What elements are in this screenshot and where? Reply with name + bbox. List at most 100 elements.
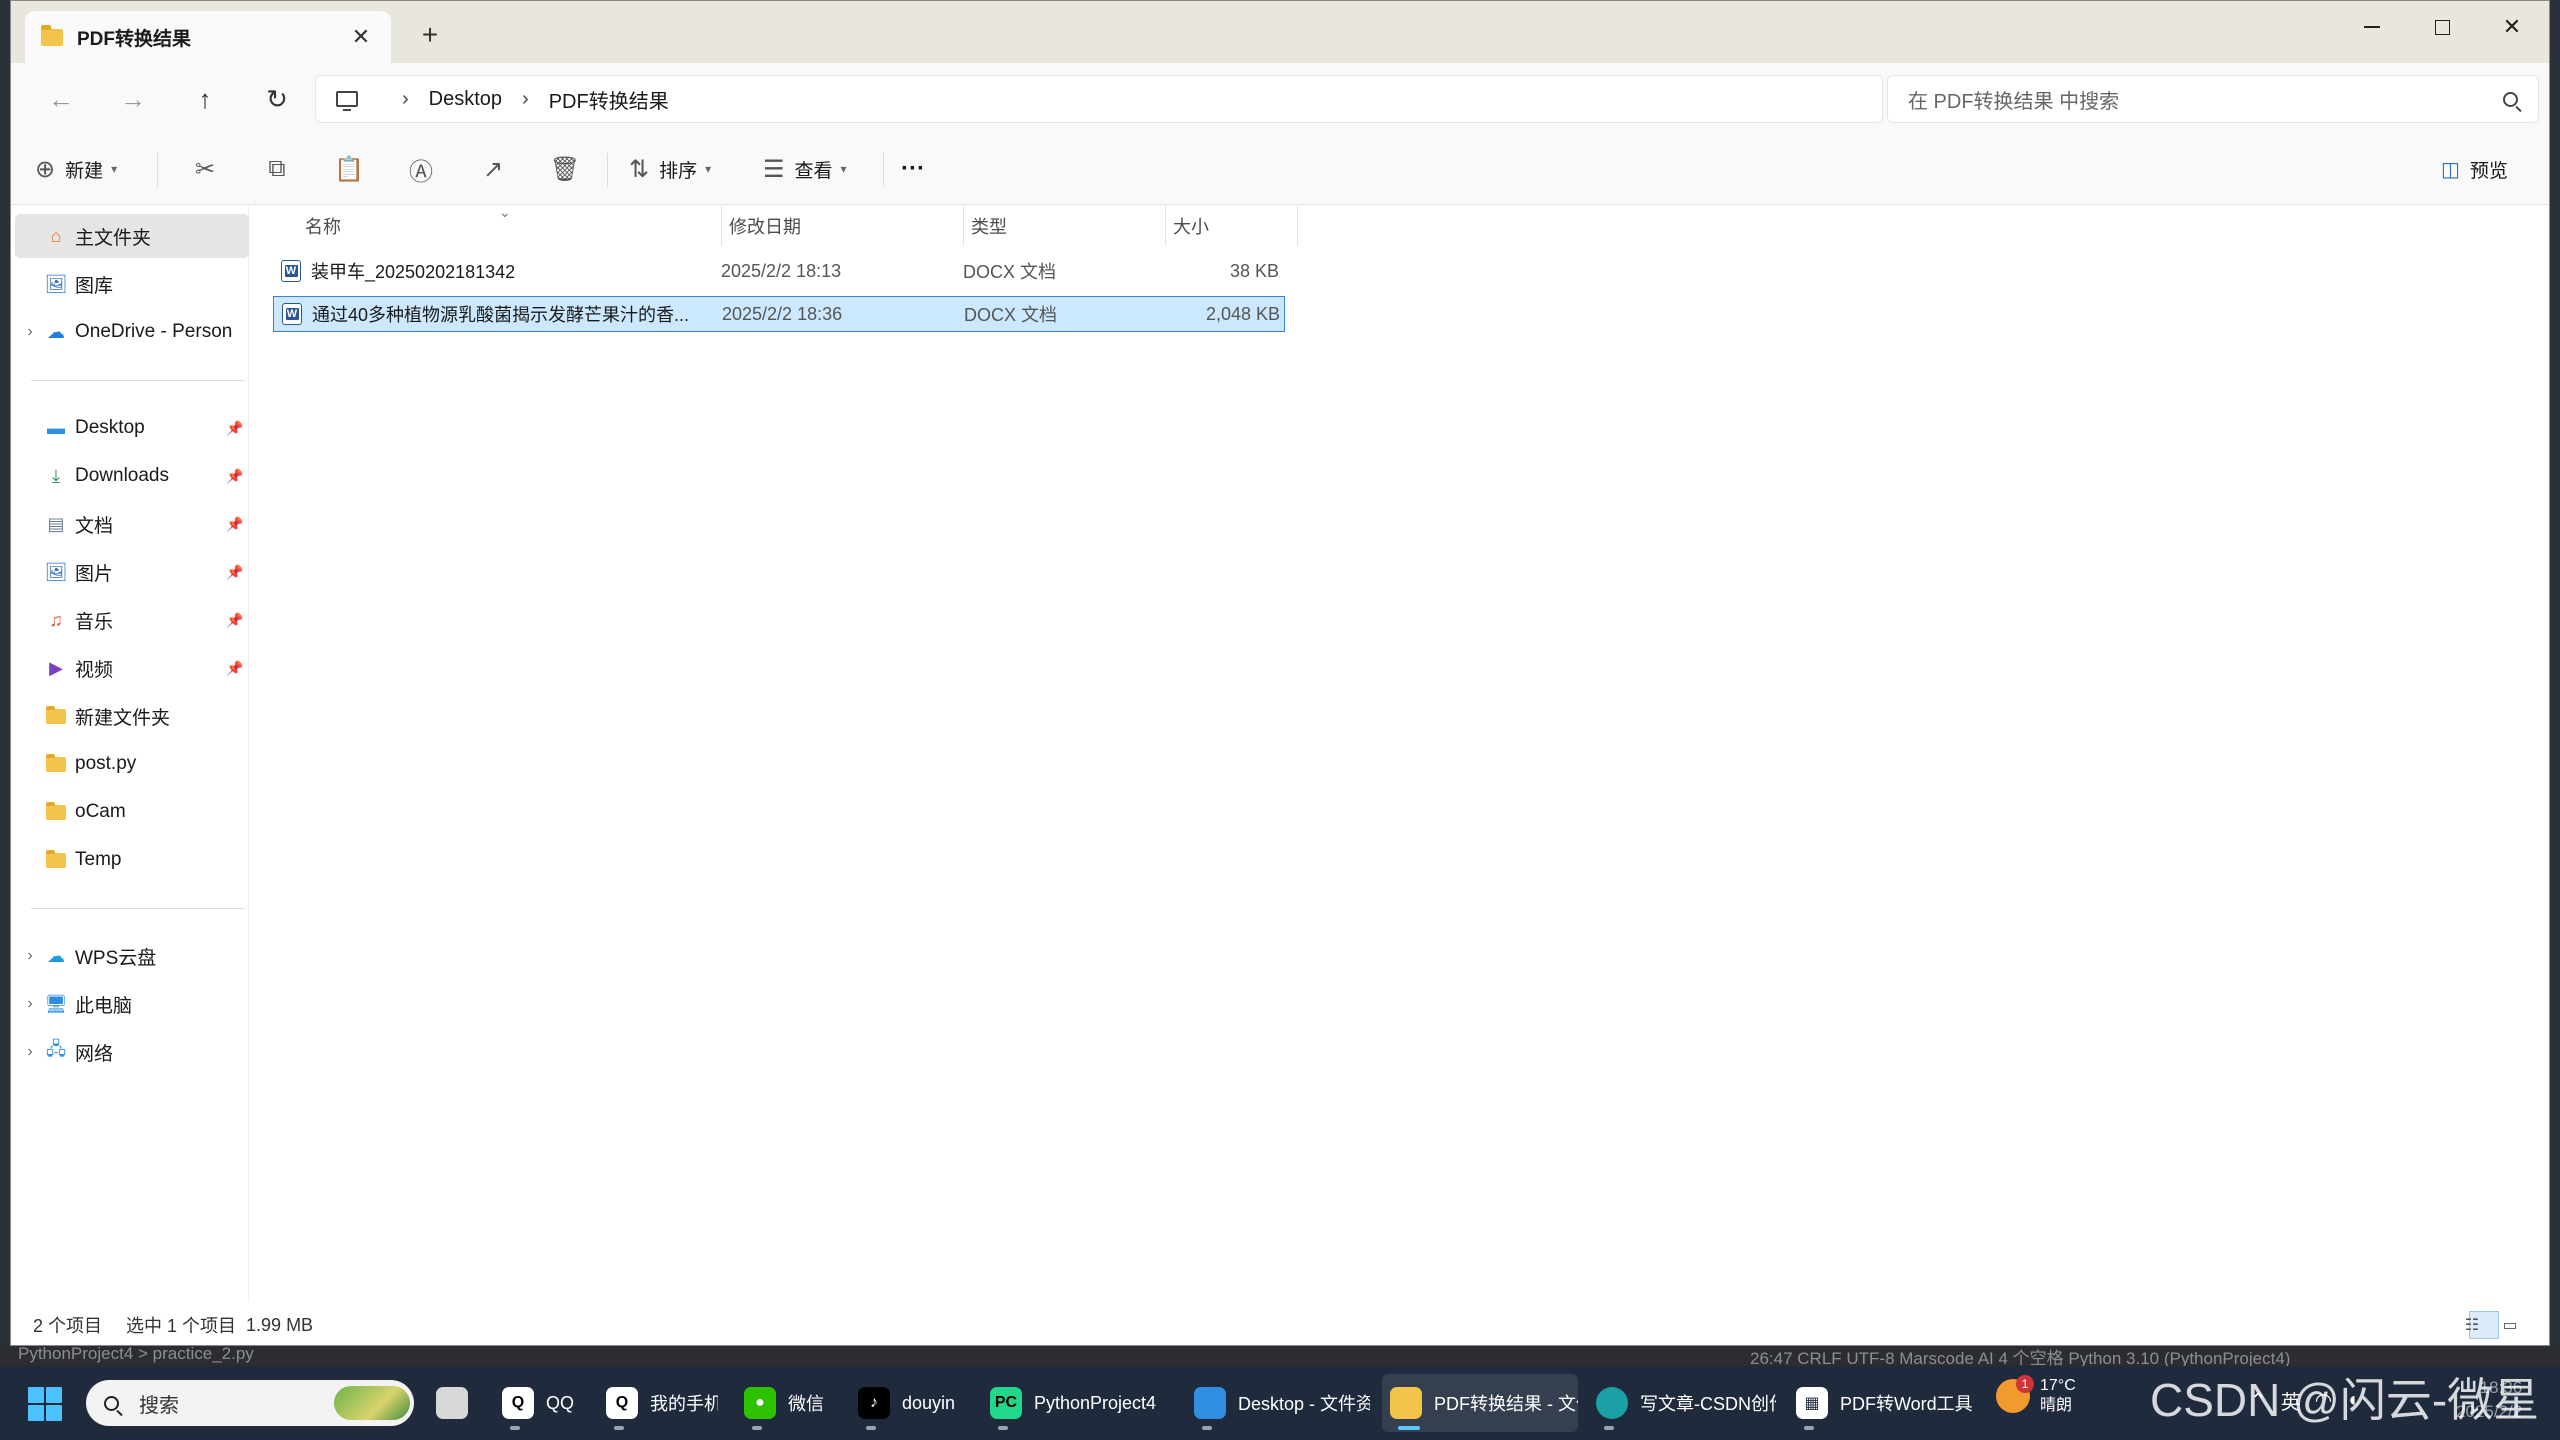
- up-button[interactable]: ↑: [185, 79, 225, 119]
- table-row[interactable]: 装甲车_20250202181342 2025/2/2 18:13 DOCX 文…: [273, 254, 1285, 290]
- details-view-button[interactable]: ☷: [2465, 1311, 2499, 1339]
- rename-button[interactable]: Ⓐ: [401, 151, 441, 187]
- nav-item-downloads[interactable]: ⤓ Downloads 📌: [15, 454, 249, 498]
- taskbar-app-pdf-tool[interactable]: ▦ PDF转Word工具: [1788, 1374, 1978, 1432]
- taskbar-clock[interactable]: 18:36 2025/2/2: [2456, 1376, 2522, 1424]
- copy-button[interactable]: ⧉: [257, 151, 297, 187]
- clock-date: 2025/2/2: [2456, 1402, 2523, 1421]
- column-header-size[interactable]: 大小: [1165, 206, 1295, 246]
- nav-item-post-py[interactable]: post.py: [15, 742, 249, 786]
- nav-item-wps-cloud[interactable]: › ☁ WPS云盘: [15, 934, 249, 978]
- nav-item-new-folder[interactable]: 新建文件夹: [15, 694, 249, 738]
- new-label: 新建: [65, 160, 104, 182]
- task-view-button[interactable]: [428, 1374, 474, 1432]
- pin-icon[interactable]: 📌: [221, 564, 249, 581]
- computer-icon: 🖥: [44, 993, 68, 1014]
- cut-button[interactable]: ✂: [185, 151, 225, 187]
- breadcrumb-desktop[interactable]: Desktop: [429, 88, 502, 111]
- close-window-button[interactable]: ✕: [2477, 7, 2547, 47]
- taskbar-search-label: 搜索: [139, 1394, 179, 1417]
- close-tab-icon[interactable]: ✕: [347, 24, 375, 50]
- more-options-button[interactable]: ···: [901, 151, 925, 187]
- taskbar-app-wechat[interactable]: ● 微信: [736, 1374, 836, 1432]
- search-icon[interactable]: [2503, 91, 2518, 107]
- preview-pane-button[interactable]: ◫ 预览: [2441, 151, 2508, 187]
- chevron-right-icon[interactable]: ›: [15, 995, 45, 1013]
- nav-item-this-pc[interactable]: › 🖥 此电脑: [15, 982, 249, 1026]
- nav-item-gallery[interactable]: 🖼 图库: [15, 262, 249, 306]
- copy-icon: ⧉: [268, 155, 286, 182]
- pin-icon[interactable]: 📌: [221, 660, 249, 677]
- column-header-name[interactable]: 名称: [297, 206, 715, 246]
- new-button[interactable]: ⊕ 新建 ▾: [35, 151, 117, 187]
- minimize-button[interactable]: [2337, 7, 2407, 47]
- nav-item-onedrive[interactable]: › ☁ OneDrive - Person: [15, 310, 249, 354]
- table-row-selected[interactable]: 通过40多种植物源乳酸菌揭示发酵芒果汁的香... 2025/2/2 18:36 …: [273, 296, 1285, 332]
- chevron-right-icon[interactable]: ›: [15, 1043, 45, 1061]
- folder-icon: [45, 849, 67, 870]
- nav-item-ocam[interactable]: oCam: [15, 790, 249, 834]
- command-bar: ⊕ 新建 ▾ ✂ ⧉ 📋 Ⓐ ↗ 🗑 ⇅ 排序 ▾ ☰ 查看 ▾ ··· ◫ 预…: [11, 133, 2549, 205]
- nav-item-documents[interactable]: ▤ 文档 📌: [15, 502, 249, 546]
- forward-button[interactable]: →: [113, 79, 153, 119]
- scissors-icon: ✂: [194, 155, 216, 183]
- taskbar-app-pdf-explorer[interactable]: PDF转换结果 - 文件资源管理器: [1382, 1374, 1578, 1432]
- nav-item-home[interactable]: ⌂ 主文件夹: [15, 214, 249, 258]
- sort-button[interactable]: ⇅ 排序 ▾: [629, 151, 711, 187]
- desktop-icon: ▬: [47, 417, 65, 438]
- taskbar-app-desktop-explorer[interactable]: Desktop - 文件资源管理器: [1186, 1374, 1370, 1432]
- pin-icon[interactable]: 📌: [221, 468, 249, 485]
- paste-button[interactable]: 📋: [329, 151, 369, 187]
- weather-desc: 晴朗: [2040, 1397, 2073, 1414]
- nav-item-desktop[interactable]: ▬ Desktop 📌: [15, 406, 249, 450]
- column-header-type[interactable]: 类型: [963, 206, 1163, 246]
- clock-time: 18:36: [2479, 1378, 2523, 1397]
- taskbar-app-qq[interactable]: Q QQ: [494, 1374, 584, 1432]
- file-size: 2,048 KB: [1205, 303, 1280, 324]
- pin-icon[interactable]: 📌: [221, 516, 249, 533]
- pin-icon[interactable]: 📌: [221, 612, 249, 629]
- search-input[interactable]: 在 PDF转换结果 中搜索: [1887, 75, 2539, 123]
- taskbar-app-pycharm[interactable]: PC PythonProject4: [982, 1374, 1174, 1432]
- chevron-right-icon[interactable]: ›: [15, 323, 45, 341]
- delete-button[interactable]: 🗑: [545, 151, 585, 187]
- share-button[interactable]: ↗: [473, 151, 513, 187]
- weather-widget[interactable]: 1 17°C 晴朗: [1996, 1375, 2076, 1416]
- nav-item-temp[interactable]: Temp: [15, 838, 249, 882]
- nav-item-music[interactable]: ♫ 音乐 📌: [15, 598, 249, 642]
- music-icon: ♫: [49, 609, 63, 630]
- maximize-button[interactable]: [2407, 7, 2477, 47]
- taskbar-app-edge[interactable]: 写文章-CSDN创作中心: [1588, 1374, 1776, 1432]
- pdf-tool-icon: ▦: [1796, 1387, 1828, 1419]
- search-icon: [104, 1395, 119, 1411]
- back-button[interactable]: ←: [41, 79, 81, 119]
- column-header-date[interactable]: 修改日期: [721, 206, 961, 246]
- pin-icon[interactable]: 📌: [221, 420, 249, 437]
- nav-item-network[interactable]: › 🖧 网络: [15, 1030, 249, 1074]
- taskbar-app-douyin[interactable]: ♪ douyin: [850, 1374, 970, 1432]
- taskbar-app-my-phone[interactable]: Q 我的手机: [598, 1374, 718, 1432]
- minimize-icon: [2364, 26, 2380, 28]
- breadcrumb-current[interactable]: PDF转换结果: [549, 85, 669, 114]
- chevron-down-icon: ▾: [705, 162, 712, 176]
- tiles-view-button[interactable]: ▭: [2502, 1311, 2537, 1339]
- column-divider[interactable]: [1297, 206, 1298, 246]
- taskbar-search[interactable]: 搜索: [86, 1380, 414, 1426]
- refresh-button[interactable]: ↻: [257, 79, 297, 119]
- chevron-right-icon[interactable]: ›: [15, 947, 45, 965]
- new-tab-button[interactable]: +: [413, 19, 447, 51]
- tab-pdf-results[interactable]: PDF转换结果 ✕: [25, 11, 391, 63]
- search-highlight-image: [334, 1386, 410, 1420]
- ide-breadcrumb: PythonProject4 > practice_2.py: [18, 1344, 254, 1363]
- chevron-right-icon[interactable]: ›: [402, 88, 409, 111]
- nav-item-videos[interactable]: ▶ 视频 📌: [15, 646, 249, 690]
- breadcrumb[interactable]: › Desktop › PDF转换结果: [315, 75, 1883, 123]
- nav-item-pictures[interactable]: 🖼 图片 📌: [15, 550, 249, 594]
- chevron-right-icon[interactable]: ›: [522, 88, 529, 111]
- start-button[interactable]: [28, 1387, 62, 1421]
- view-button[interactable]: ☰ 查看 ▾: [763, 151, 847, 187]
- download-icon: ⤓: [52, 465, 60, 486]
- cloud-icon: ☁: [47, 321, 65, 342]
- share-icon: ↗: [482, 155, 504, 183]
- notification-badge: 1: [2016, 1375, 2034, 1393]
